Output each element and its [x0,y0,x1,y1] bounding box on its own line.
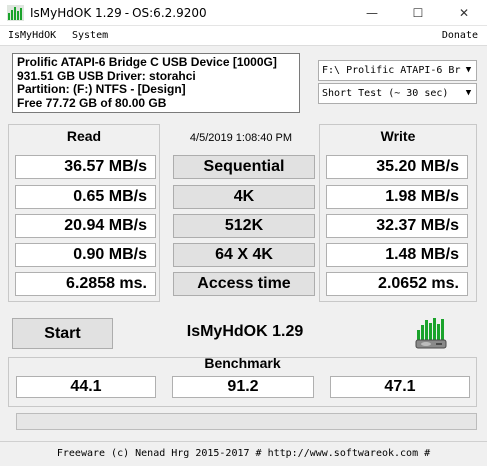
sequential-test-button[interactable]: Sequential [173,155,315,179]
close-button[interactable]: ✕ [441,0,487,26]
start-button[interactable]: Start [12,318,113,349]
title-bar[interactable]: IsMyHdOK 1.29- OS:6.2.9200 — ☐ ✕ [0,0,487,26]
read-access-time-value: 6.2858 ms. [15,272,156,296]
menu-donate[interactable]: Donate [442,30,478,41]
benchmark-total-score: 91.2 [172,376,314,398]
menu-bar: IsMyHdOK System Donate [0,26,487,46]
read-header: Read [66,128,102,144]
read-512k-value: 20.94 MB/s [15,214,156,238]
minimize-button[interactable]: — [349,0,395,26]
device-name: Prolific ATAPI-6 Bridge C USB Device [10… [17,55,277,69]
status-bar: Freeware (c) Nenad Hrg 2015-2017 # http:… [0,441,487,466]
64x4k-test-button[interactable]: 64 X 4K [173,243,315,267]
drive-select-value: F:\ Prolific ATAPI-6 Bri [322,65,467,76]
drive-select[interactable]: F:\ Prolific ATAPI-6 Bri ▼ [318,60,477,81]
benchmark-header: Benchmark [204,355,281,371]
write-4k-value: 1.98 MB/s [326,185,468,209]
device-free-space: Free 77.72 GB of 80.00 GB [17,95,167,110]
device-info-box: Prolific ATAPI-6 Bridge C USB Device [10… [12,53,300,113]
disk-bars-icon [415,318,447,349]
access-time-test-button[interactable]: Access time [173,272,315,296]
write-64x4k-value: 1.48 MB/s [326,243,468,267]
read-64x4k-value: 0.90 MB/s [15,243,156,267]
write-header: Write [380,128,416,144]
512k-test-button[interactable]: 512K [173,214,315,238]
4k-test-button[interactable]: 4K [173,185,315,209]
benchmark-read-score: 44.1 [16,376,156,398]
device-partition: Partition: (F:) NTFS - [Design] [17,82,186,96]
title-separator: - [124,6,130,20]
test-duration-value: Short Test (~ 30 sec) [322,88,449,99]
benchmark-write-score: 47.1 [330,376,470,398]
test-timestamp: 4/5/2019 1:08:40 PM [189,132,293,144]
write-512k-value: 32.37 MB/s [326,214,468,238]
maximize-button[interactable]: ☐ [395,0,441,26]
test-progress-bar [16,413,477,430]
app-bars-icon [7,5,24,21]
device-size-driver: 931.51 GB USB Driver: storahci [17,68,196,83]
menu-ismyhdok[interactable]: IsMyHdOK [8,30,56,41]
write-access-time-value: 2.0652 ms. [326,272,468,296]
menu-system[interactable]: System [72,30,108,41]
title-app: IsMyHdOK 1.29 [30,6,122,20]
chevron-down-icon[interactable]: ▼ [461,84,476,103]
test-duration-select[interactable]: Short Test (~ 30 sec) ▼ [318,83,477,104]
window-title: IsMyHdOK 1.29- OS:6.2.9200 [30,6,207,20]
title-os: OS:6.2.9200 [132,6,207,20]
version-label: IsMyHdOK 1.29 [186,323,304,340]
chevron-down-icon[interactable]: ▼ [461,61,476,80]
write-sequential-value: 35.20 MB/s [326,155,468,179]
read-sequential-value: 36.57 MB/s [15,155,156,179]
read-4k-value: 0.65 MB/s [15,185,156,209]
